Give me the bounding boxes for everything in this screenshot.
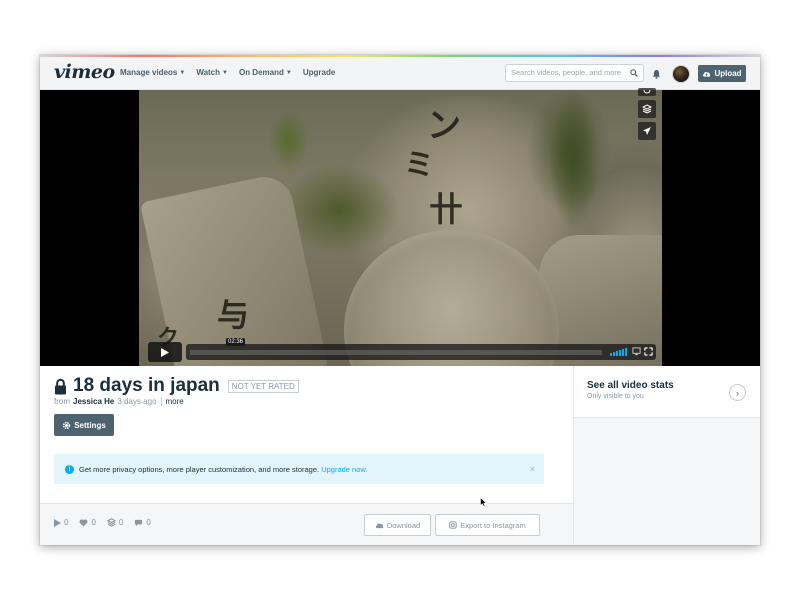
main-nav: Manage videos ▼ Watch ▼ On Demand ▼ Upgrade xyxy=(120,68,335,77)
lock-icon xyxy=(55,378,66,394)
search-icon[interactable] xyxy=(630,69,638,77)
play-button[interactable] xyxy=(148,342,182,362)
info-icon: i xyxy=(65,465,74,474)
video-frame[interactable]: ン ミ 卄 与 ク xyxy=(139,90,662,366)
fullscreen-icon[interactable] xyxy=(644,347,653,356)
carved-mark: ミ xyxy=(404,148,434,183)
upgrade-now-link[interactable]: Upgrade now. xyxy=(321,465,367,474)
more-link[interactable]: more xyxy=(160,397,184,406)
likes-stat: 0 xyxy=(79,518,96,527)
chevron-right-icon[interactable]: › xyxy=(729,384,746,401)
upgrade-notice: i Get more privacy options, more player … xyxy=(54,454,544,484)
video-title: 18 days in japan xyxy=(73,375,220,396)
carved-mark: 卄 xyxy=(429,190,463,230)
byline: from Jessica He 3 days ago more xyxy=(54,397,184,406)
collections-icon[interactable] xyxy=(638,100,656,118)
posted-time: 3 days ago xyxy=(117,397,157,406)
stats-subtitle: Only visible to you xyxy=(587,393,644,400)
control-bar: 02:36 xyxy=(186,338,656,360)
comment-icon xyxy=(135,519,143,527)
instagram-icon xyxy=(449,521,457,529)
settings-button[interactable]: Settings xyxy=(54,414,114,436)
play-icon xyxy=(54,518,61,527)
vimeo-logo[interactable]: vimeo xyxy=(54,61,115,83)
video-player[interactable]: ン ミ 卄 与 ク 02:36 xyxy=(40,88,760,366)
comments-stat: 0 xyxy=(134,518,151,527)
plays-stat: 0 xyxy=(54,518,68,527)
moss xyxy=(549,90,599,230)
browser-window: vimeo Manage videos ▼ Watch ▼ On Demand ▼ U… xyxy=(40,55,760,545)
carved-mark: 与 xyxy=(217,296,250,334)
download-button[interactable]: Download xyxy=(364,514,431,536)
chevron-down-icon: ▼ xyxy=(285,69,292,76)
export-instagram-button[interactable]: Export to Instagram xyxy=(435,514,540,536)
actions-bar: 0 0 0 0 Download Export to Instagram xyxy=(40,503,573,545)
share-icon[interactable] xyxy=(638,122,656,140)
nav-watch[interactable]: Watch ▼ xyxy=(196,68,228,77)
airplay-icon[interactable] xyxy=(632,347,641,356)
volume-control[interactable] xyxy=(610,348,627,356)
title-row: 18 days in japan NOT YET RATED xyxy=(54,375,299,397)
user-avatar[interactable] xyxy=(672,65,690,83)
close-icon[interactable]: × xyxy=(530,464,535,474)
nav-upgrade[interactable]: Upgrade xyxy=(303,68,335,77)
search-input[interactable] xyxy=(511,68,627,77)
video-stats-link[interactable]: See all video stats Only visible to you … xyxy=(574,366,760,418)
collections-icon xyxy=(106,518,116,527)
heart-icon xyxy=(79,519,88,527)
like-icon[interactable] xyxy=(638,88,656,96)
chevron-down-icon: ▼ xyxy=(222,69,228,76)
rating-badge: NOT YET RATED xyxy=(227,379,299,393)
upload-button[interactable]: Upload xyxy=(698,65,746,82)
chevron-down-icon: ▼ xyxy=(179,69,186,76)
nav-manage-videos[interactable]: Manage videos ▼ xyxy=(120,68,185,77)
stats-title: See all video stats xyxy=(587,380,674,391)
author-link[interactable]: Jessica He xyxy=(73,397,114,406)
video-stats: 0 0 0 0 xyxy=(54,518,151,527)
nav-on-demand[interactable]: On Demand ▼ xyxy=(239,68,292,77)
stats-side-panel: See all video stats Only visible to you … xyxy=(573,366,760,545)
download-icon xyxy=(375,523,384,529)
play-icon xyxy=(161,347,169,357)
notice-text: Get more privacy options, more player cu… xyxy=(79,465,368,474)
progress-bar[interactable] xyxy=(190,350,602,355)
bell-icon[interactable] xyxy=(652,69,661,79)
collections-stat: 0 xyxy=(106,518,123,527)
moss xyxy=(269,110,309,170)
cloud-upload-icon xyxy=(703,72,711,77)
player-controls: 02:36 xyxy=(144,338,658,362)
top-navigation-bar: vimeo Manage videos ▼ Watch ▼ On Demand ▼ U… xyxy=(40,57,760,90)
search-box xyxy=(505,64,644,82)
gear-icon xyxy=(63,421,71,429)
timecode: 02:36 xyxy=(226,338,246,346)
mouse-cursor-icon xyxy=(480,497,487,507)
video-info-section: 18 days in japan NOT YET RATED from Jess… xyxy=(40,366,573,545)
